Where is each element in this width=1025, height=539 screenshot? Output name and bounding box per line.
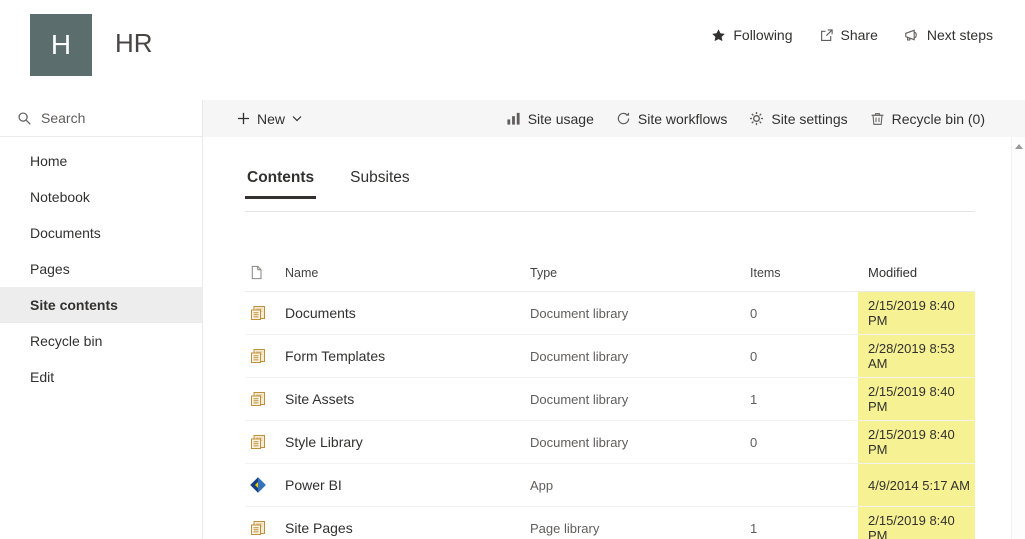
scroll-up-icon[interactable]	[1014, 144, 1023, 149]
item-modified: 2/15/2019 8:40 PM	[858, 378, 975, 420]
trash-icon	[870, 111, 885, 126]
sidebar-nav: Home Notebook Documents Pages Site conte…	[0, 137, 202, 395]
chart-icon	[506, 111, 521, 126]
sharepoint-site-contents-page: H HR Following Share Next steps Home	[0, 0, 1025, 539]
site-usage-label: Site usage	[527, 110, 594, 127]
sidebar-item-notebook[interactable]: Notebook	[0, 179, 202, 215]
document-library-icon	[249, 347, 267, 365]
sidebar: Home Notebook Documents Pages Site conte…	[0, 100, 203, 539]
megaphone-icon	[904, 27, 920, 43]
site-title: HR	[115, 28, 153, 58]
star-icon	[711, 28, 726, 43]
plus-icon	[237, 112, 250, 125]
item-name-link[interactable]: Form Templates	[285, 348, 530, 364]
vertical-scrollbar[interactable]	[1011, 137, 1025, 539]
item-name-link[interactable]: Site Assets	[285, 391, 530, 407]
main-content: Contents Subsites Name Type Items Modifi…	[203, 137, 1025, 539]
search-box[interactable]	[0, 100, 202, 137]
command-bar: New Site usage Site workflows Site setti…	[203, 100, 1025, 137]
site-usage-button[interactable]: Site usage	[506, 100, 594, 137]
item-type: Document library	[530, 305, 629, 321]
item-type: Document library	[530, 391, 629, 407]
item-count: 1	[750, 391, 758, 407]
table-header: Name Type Items Modified	[245, 254, 975, 292]
column-header-name[interactable]: Name	[285, 266, 530, 280]
item-type: Page library	[530, 520, 600, 536]
sidebar-item-pages[interactable]: Pages	[0, 251, 202, 287]
gear-icon	[749, 111, 764, 126]
search-icon	[17, 111, 32, 126]
column-header-modified[interactable]: Modified	[858, 265, 975, 280]
item-type: Document library	[530, 348, 629, 364]
table-row[interactable]: Site Pages Page library 1 2/15/2019 8:40…	[245, 507, 975, 539]
item-modified: 4/9/2014 5:17 AM	[858, 464, 975, 506]
document-library-icon	[249, 519, 267, 537]
power-bi-icon	[249, 476, 267, 494]
item-count: 0	[750, 305, 758, 321]
sidebar-item-recycle-bin[interactable]: Recycle bin	[0, 323, 202, 359]
table-row[interactable]: Form Templates Document library 0 2/28/2…	[245, 335, 975, 378]
site-settings-label: Site settings	[771, 110, 848, 127]
new-button[interactable]: New	[237, 100, 302, 137]
item-name-link[interactable]: Power BI	[285, 477, 530, 493]
item-type: App	[530, 477, 554, 493]
table-row[interactable]: Documents Document library 0 2/15/2019 8…	[245, 292, 975, 335]
share-icon	[819, 28, 834, 43]
document-library-icon	[249, 304, 267, 322]
contents-table: Name Type Items Modified Documents Docum…	[245, 254, 975, 539]
site-header: H HR Following Share Next steps	[0, 0, 1025, 100]
content-tabs: Contents Subsites	[245, 169, 975, 199]
item-count: 0	[750, 348, 758, 364]
site-workflows-label: Site workflows	[637, 110, 728, 127]
sidebar-item-home[interactable]: Home	[0, 143, 202, 179]
item-name-link[interactable]: Site Pages	[285, 520, 530, 536]
recycle-bin-label: Recycle bin (0)	[891, 110, 985, 127]
share-label: Share	[840, 27, 878, 43]
header-actions: Following Share Next steps	[711, 27, 993, 43]
following-button[interactable]: Following	[711, 27, 793, 43]
chevron-down-icon	[292, 115, 302, 122]
tabs-divider	[245, 211, 975, 212]
next-steps-button[interactable]: Next steps	[904, 27, 993, 43]
new-label: New	[257, 110, 286, 127]
table-row[interactable]: Site Assets Document library 1 2/15/2019…	[245, 378, 975, 421]
site-logo-letter: H	[50, 29, 72, 60]
site-workflows-button[interactable]: Site workflows	[616, 100, 727, 137]
share-button[interactable]: Share	[819, 27, 878, 43]
site-settings-button[interactable]: Site settings	[749, 100, 848, 137]
item-modified: 2/28/2019 8:53 AM	[858, 335, 975, 377]
recycle-bin-button[interactable]: Recycle bin (0)	[870, 100, 985, 137]
item-name-link[interactable]: Documents	[285, 305, 530, 321]
item-modified: 2/15/2019 8:40 PM	[858, 507, 975, 539]
file-type-column	[245, 265, 285, 280]
page-icon	[249, 265, 264, 280]
document-library-icon	[249, 433, 267, 451]
search-input[interactable]	[41, 110, 181, 126]
sidebar-item-edit[interactable]: Edit	[0, 359, 202, 395]
document-library-icon	[249, 390, 267, 408]
column-header-type[interactable]: Type	[530, 266, 750, 280]
sync-icon	[616, 111, 631, 126]
item-count: 1	[750, 520, 758, 536]
table-row[interactable]: Power BI App 4/9/2014 5:17 AM	[245, 464, 975, 507]
sidebar-item-site-contents[interactable]: Site contents	[0, 287, 202, 323]
tab-subsites[interactable]: Subsites	[348, 169, 411, 199]
sidebar-item-documents[interactable]: Documents	[0, 215, 202, 251]
item-modified: 2/15/2019 8:40 PM	[858, 292, 975, 334]
following-label: Following	[733, 27, 793, 43]
item-count: 0	[750, 434, 758, 450]
item-name-link[interactable]: Style Library	[285, 434, 530, 450]
tab-contents[interactable]: Contents	[245, 169, 317, 199]
item-modified: 2/15/2019 8:40 PM	[858, 421, 975, 463]
command-bar-right: Site usage Site workflows Site settings …	[506, 100, 985, 137]
table-row[interactable]: Style Library Document library 0 2/15/20…	[245, 421, 975, 464]
item-type: Document library	[530, 434, 629, 450]
site-logo[interactable]: H	[30, 14, 92, 76]
column-header-items[interactable]: Items	[750, 266, 868, 280]
next-steps-label: Next steps	[926, 27, 993, 43]
